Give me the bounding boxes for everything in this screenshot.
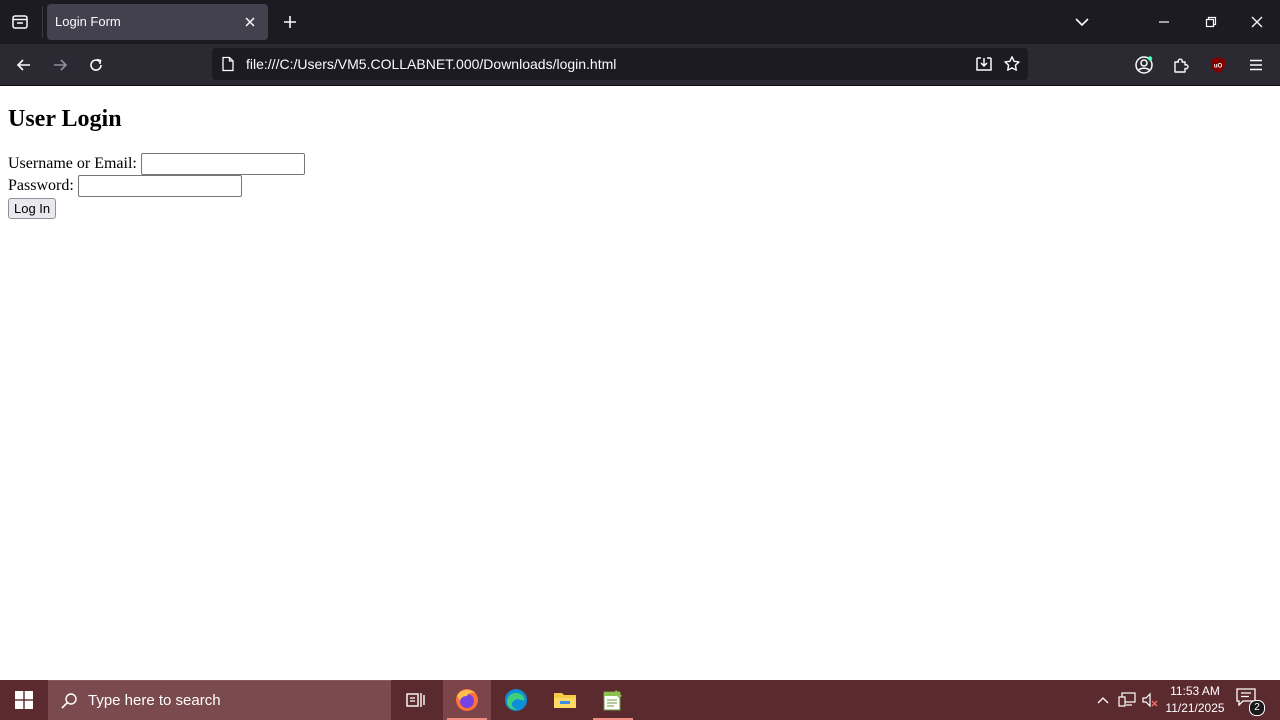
tab-login-form[interactable]: Login Form	[47, 4, 268, 40]
restore-icon	[1205, 16, 1217, 28]
page-content: User Login Username or Email: Password: …	[0, 86, 1280, 680]
plus-icon	[284, 16, 296, 28]
tab-title: Login Form	[55, 14, 121, 29]
task-view-button[interactable]	[392, 680, 440, 720]
account-icon	[1135, 56, 1153, 74]
taskbar-edge[interactable]	[492, 680, 540, 720]
star-icon	[1004, 56, 1020, 71]
hamburger-menu-icon	[1250, 59, 1262, 71]
download-tray-icon	[976, 57, 992, 71]
search-placeholder: Type here to search	[88, 692, 221, 709]
browser-tab-bar: Login Form	[0, 0, 1280, 44]
close-icon	[245, 17, 255, 27]
edge-icon	[505, 689, 527, 711]
tab-overview-button[interactable]	[6, 8, 34, 36]
clock-time: 11:53 AM	[1170, 684, 1220, 698]
new-tab-button[interactable]	[278, 10, 302, 34]
windows-taskbar: Type here to search 11:53 AM 11/21/2025 …	[0, 680, 1280, 720]
url-text: file:///C:/Users/VM5.COLLABNET.000/Downl…	[246, 56, 617, 72]
action-center-button[interactable]: 2	[1236, 688, 1265, 716]
restore-button[interactable]	[1195, 6, 1227, 38]
password-row: Password:	[8, 175, 242, 197]
start-button[interactable]	[0, 680, 48, 720]
volume-muted-icon	[1142, 692, 1158, 708]
chevron-down-icon	[1075, 18, 1089, 27]
taskbar-search-box[interactable]: Type here to search	[48, 680, 391, 720]
folder-icon	[554, 693, 576, 708]
svg-text:uO: uO	[1214, 64, 1223, 70]
taskbar-file-explorer[interactable]	[541, 680, 589, 720]
minimize-button[interactable]	[1148, 6, 1180, 38]
arrow-left-icon	[16, 59, 30, 71]
network-status[interactable]	[1117, 690, 1137, 710]
page-icon	[222, 56, 234, 72]
taskbar-firefox[interactable]	[443, 680, 491, 720]
list-all-tabs-button[interactable]	[1069, 9, 1095, 35]
notepad-plus-plus-icon	[603, 690, 622, 711]
username-label: Username or Email:	[8, 155, 137, 172]
close-window-button[interactable]	[1241, 6, 1273, 38]
ublock-origin-button[interactable]: uO	[1203, 50, 1233, 80]
show-hidden-icons-button[interactable]	[1093, 690, 1113, 710]
system-clock[interactable]: 11:53 AM 11/21/2025	[1162, 683, 1228, 717]
extensions-button[interactable]	[1166, 50, 1196, 80]
back-button[interactable]	[9, 50, 39, 80]
search-icon	[61, 693, 77, 709]
password-label: Password:	[8, 177, 74, 194]
username-input[interactable]	[140, 153, 305, 175]
forward-button[interactable]	[45, 50, 75, 80]
close-icon	[1251, 16, 1263, 28]
install-page-button[interactable]	[973, 53, 995, 75]
windows-logo-icon	[15, 691, 33, 709]
login-button[interactable]: Log In	[8, 198, 57, 219]
username-row: Username or Email:	[8, 153, 305, 175]
network-icon	[1118, 692, 1136, 707]
tab-close-button[interactable]	[240, 12, 260, 32]
password-input[interactable]	[77, 175, 242, 197]
firefox-icon	[456, 689, 478, 711]
volume-status[interactable]	[1140, 690, 1160, 710]
puzzle-piece-icon	[1174, 58, 1189, 73]
ublock-shield-icon: uO	[1211, 57, 1225, 73]
task-view-icon	[406, 693, 425, 707]
minimize-icon	[1159, 21, 1169, 23]
bookmark-star-button[interactable]	[1001, 53, 1023, 75]
address-bar[interactable]: file:///C:/Users/VM5.COLLABNET.000/Downl…	[212, 48, 1028, 80]
taskbar-notepadpp[interactable]	[589, 680, 637, 720]
app-menu-button[interactable]	[1241, 50, 1271, 80]
notification-count-badge: 2	[1249, 700, 1265, 716]
clock-date: 11/21/2025	[1165, 701, 1225, 715]
reload-button[interactable]	[81, 50, 111, 80]
page-heading: User Login	[8, 106, 122, 132]
reload-icon	[90, 58, 102, 71]
tab-separator	[42, 6, 43, 38]
tab-overview-icon	[12, 15, 28, 29]
chevron-up-icon	[1097, 697, 1109, 704]
browser-navigation-bar: file:///C:/Users/VM5.COLLABNET.000/Downl…	[0, 44, 1280, 86]
arrow-right-icon	[54, 59, 68, 71]
account-button[interactable]	[1129, 50, 1159, 80]
